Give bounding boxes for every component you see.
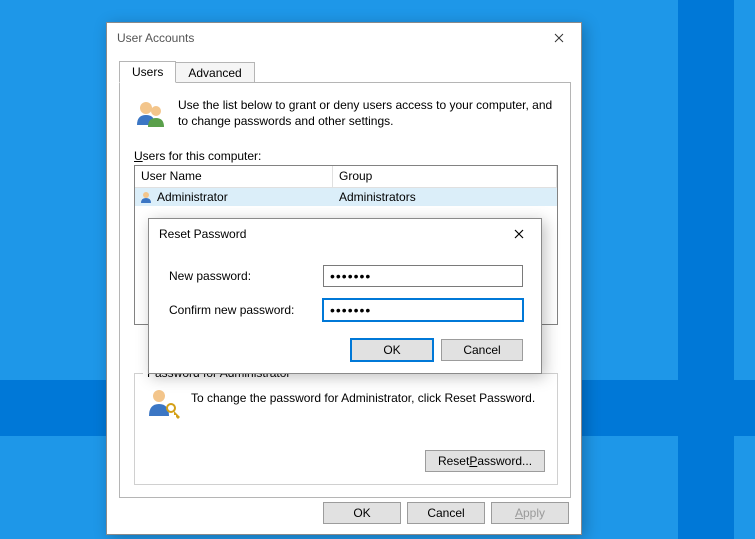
close-button[interactable] — [536, 23, 581, 53]
password-group: Password for Administrator To change the… — [134, 373, 558, 485]
confirm-password-label: Confirm new password: — [169, 303, 323, 317]
password-text: To change the password for Administrator… — [191, 386, 535, 420]
col-username[interactable]: User Name — [135, 166, 333, 188]
table-row[interactable]: Administrator Administrators — [135, 188, 557, 206]
ok-button[interactable]: OK — [323, 502, 401, 524]
modal-buttons: OK Cancel — [351, 339, 523, 361]
dialog-buttons: OK Cancel Apply — [323, 502, 569, 524]
col-group[interactable]: Group — [333, 166, 557, 188]
tab-users[interactable]: Users — [119, 61, 176, 83]
cancel-button[interactable]: Cancel — [407, 502, 485, 524]
apply-button: Apply — [491, 502, 569, 524]
row-username: Administrator — [157, 190, 228, 204]
new-password-label: New password: — [169, 269, 323, 283]
new-password-input[interactable] — [323, 265, 523, 287]
intro-text: Use the list below to grant or deny user… — [178, 97, 558, 131]
row-group: Administrators — [333, 190, 557, 204]
modal-cancel-button[interactable]: Cancel — [441, 339, 523, 361]
reset-password-button[interactable]: Reset Password... — [425, 450, 545, 472]
modal-close-button[interactable] — [496, 219, 541, 249]
reset-password-dialog: Reset Password New password: Confirm new… — [148, 218, 542, 374]
user-icon — [139, 190, 153, 204]
close-icon — [554, 33, 564, 43]
users-icon — [134, 97, 168, 131]
users-list-label: Users for this computer: — [134, 149, 261, 163]
modal-titlebar: Reset Password — [149, 219, 541, 249]
users-list-header: User Name Group — [135, 166, 557, 188]
user-key-icon — [147, 386, 181, 420]
modal-ok-button[interactable]: OK — [351, 339, 433, 361]
close-icon — [514, 229, 524, 239]
tab-advanced[interactable]: Advanced — [175, 62, 254, 84]
confirm-password-input[interactable] — [323, 299, 523, 321]
confirm-password-row: Confirm new password: — [169, 299, 523, 321]
intro-row: Use the list below to grant or deny user… — [134, 97, 558, 131]
tabs: Users Advanced — [119, 61, 254, 83]
window-title: User Accounts — [117, 31, 536, 45]
new-password-row: New password: — [169, 265, 523, 287]
titlebar: User Accounts — [107, 23, 581, 53]
modal-title: Reset Password — [159, 227, 496, 241]
